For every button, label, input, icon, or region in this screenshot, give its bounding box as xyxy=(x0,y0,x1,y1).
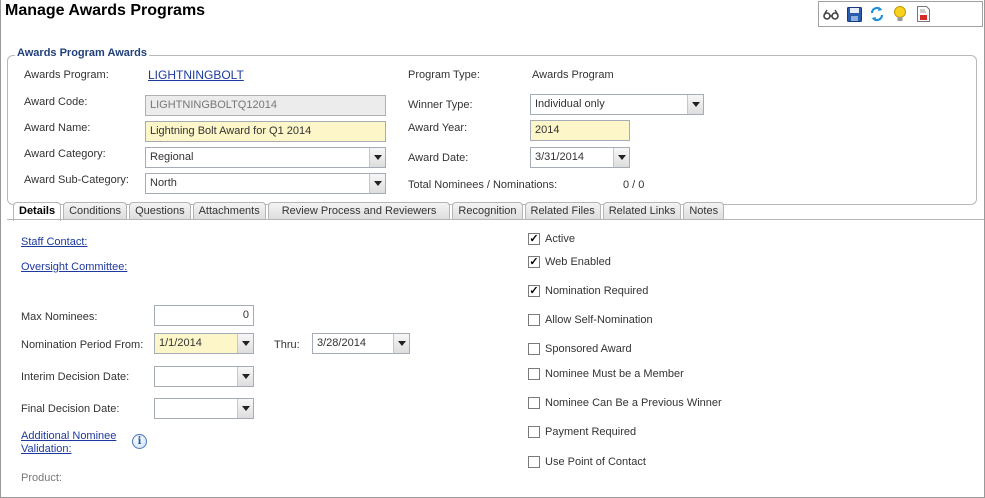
lightbulb-icon[interactable] xyxy=(892,6,908,22)
award-date-label: Award Date: xyxy=(408,152,469,164)
use-point-of-contact-checkbox[interactable] xyxy=(528,456,540,468)
previous-winner-label: Nominee Can Be a Previous Winner xyxy=(545,397,722,409)
window-frame: Manage Awards Programs Awards Program Aw… xyxy=(0,0,985,498)
max-nominees-field[interactable]: 0 xyxy=(154,305,254,326)
sponsored-award-checkbox[interactable] xyxy=(528,343,540,355)
web-enabled-label: Web Enabled xyxy=(545,256,611,268)
award-category-value: Regional xyxy=(150,151,194,163)
tab-questions[interactable]: Questions xyxy=(129,202,191,220)
tab-related-links[interactable]: Related Links xyxy=(602,202,682,220)
tab-conditions[interactable]: Conditions xyxy=(63,202,128,220)
oversight-committee-link[interactable]: Oversight Committee: xyxy=(21,261,127,273)
nomination-required-checkbox[interactable]: ✓ xyxy=(528,285,540,297)
toolbar xyxy=(818,1,983,27)
group-legend: Awards Program Awards xyxy=(15,47,150,59)
awards-program-label: Awards Program: xyxy=(24,69,109,81)
award-name-field[interactable]: Lightning Bolt Award for Q1 2014 xyxy=(145,121,386,142)
web-enabled-checkbox[interactable]: ✓ xyxy=(528,256,540,268)
chevron-down-icon[interactable] xyxy=(369,174,385,193)
payment-required-checkbox[interactable] xyxy=(528,426,540,438)
award-subcategory-label: Award Sub-Category: xyxy=(24,174,129,186)
use-point-of-contact-label: Use Point of Contact xyxy=(545,456,646,468)
award-code-field[interactable]: LIGHTNINGBOLTQ12014 xyxy=(145,95,386,116)
program-type-value: Awards Program xyxy=(532,69,614,81)
winner-type-label: Winner Type: xyxy=(408,99,473,111)
chevron-down-icon[interactable] xyxy=(687,95,703,114)
max-nominees-label: Max Nominees: xyxy=(21,311,98,323)
final-decision-label: Final Decision Date: xyxy=(21,403,120,415)
program-type-label: Program Type: xyxy=(408,69,480,81)
report-icon[interactable] xyxy=(915,6,931,22)
info-icon[interactable]: i xyxy=(132,434,147,449)
award-year-label: Award Year: xyxy=(408,122,468,134)
nomination-required-label: Nomination Required xyxy=(545,285,649,297)
award-category-select[interactable]: Regional xyxy=(145,147,386,168)
allow-self-nomination-label: Allow Self-Nomination xyxy=(545,314,653,326)
award-category-label: Award Category: xyxy=(24,148,106,160)
chevron-down-icon[interactable] xyxy=(613,148,629,167)
winner-type-select[interactable]: Individual only xyxy=(530,94,704,115)
chevron-down-icon[interactable] xyxy=(237,334,253,353)
page-title: Manage Awards Programs xyxy=(5,2,206,19)
interim-decision-picker[interactable] xyxy=(154,366,254,387)
tab-notes[interactable]: Notes xyxy=(683,202,725,220)
nominee-must-be-member-label: Nominee Must be a Member xyxy=(545,368,684,380)
active-label: Active xyxy=(545,233,575,245)
total-nominees-label: Total Nominees / Nominations: xyxy=(408,179,558,191)
award-year-field[interactable]: 2014 xyxy=(530,120,630,141)
product-label: Product: xyxy=(21,472,62,484)
winner-type-value: Individual only xyxy=(535,98,605,110)
nomination-from-label: Nomination Period From: xyxy=(21,339,144,351)
award-date-value: 3/31/2014 xyxy=(535,151,584,163)
glasses-icon[interactable] xyxy=(823,6,839,22)
nomination-from-value: 1/1/2014 xyxy=(159,337,202,349)
thru-picker[interactable]: 3/28/2014 xyxy=(312,333,410,354)
award-subcategory-value: North xyxy=(150,177,177,189)
tab-recognition[interactable]: Recognition xyxy=(452,202,523,220)
refresh-icon[interactable] xyxy=(869,6,885,22)
chevron-down-icon[interactable] xyxy=(237,367,253,386)
tab-divider xyxy=(7,219,984,220)
nomination-from-picker[interactable]: 1/1/2014 xyxy=(154,333,254,354)
previous-winner-checkbox[interactable] xyxy=(528,397,540,409)
interim-decision-label: Interim Decision Date: xyxy=(21,371,130,383)
tab-strip: Details Conditions Questions Attachments… xyxy=(13,202,726,221)
chevron-down-icon[interactable] xyxy=(369,148,385,167)
additional-validation-link-line2[interactable]: Validation: xyxy=(21,443,72,455)
award-code-label: Award Code: xyxy=(24,96,88,108)
nominee-must-be-member-checkbox[interactable] xyxy=(528,368,540,380)
staff-contact-link[interactable]: Staff Contact: xyxy=(21,236,87,248)
save-icon[interactable] xyxy=(846,6,862,22)
thru-value: 3/28/2014 xyxy=(317,337,366,349)
chevron-down-icon[interactable] xyxy=(393,334,409,353)
award-date-picker[interactable]: 3/31/2014 xyxy=(530,147,630,168)
tab-attachments[interactable]: Attachments xyxy=(192,202,266,220)
payment-required-label: Payment Required xyxy=(545,426,637,438)
sponsored-award-label: Sponsored Award xyxy=(545,343,632,355)
tab-review-process[interactable]: Review Process and Reviewers xyxy=(267,202,451,220)
award-name-label: Award Name: xyxy=(24,122,91,134)
chevron-down-icon[interactable] xyxy=(237,399,253,418)
award-subcategory-select[interactable]: North xyxy=(145,173,386,194)
final-decision-picker[interactable] xyxy=(154,398,254,419)
allow-self-nomination-checkbox[interactable] xyxy=(528,314,540,326)
awards-program-link[interactable]: LIGHTNINGBOLT xyxy=(148,68,244,82)
thru-label: Thru: xyxy=(274,339,300,351)
tab-related-files[interactable]: Related Files xyxy=(524,202,601,220)
active-checkbox[interactable]: ✓ xyxy=(528,233,540,245)
total-nominees-value: 0 / 0 xyxy=(623,179,645,191)
additional-validation-link-line1[interactable]: Additional Nominee xyxy=(21,430,116,442)
